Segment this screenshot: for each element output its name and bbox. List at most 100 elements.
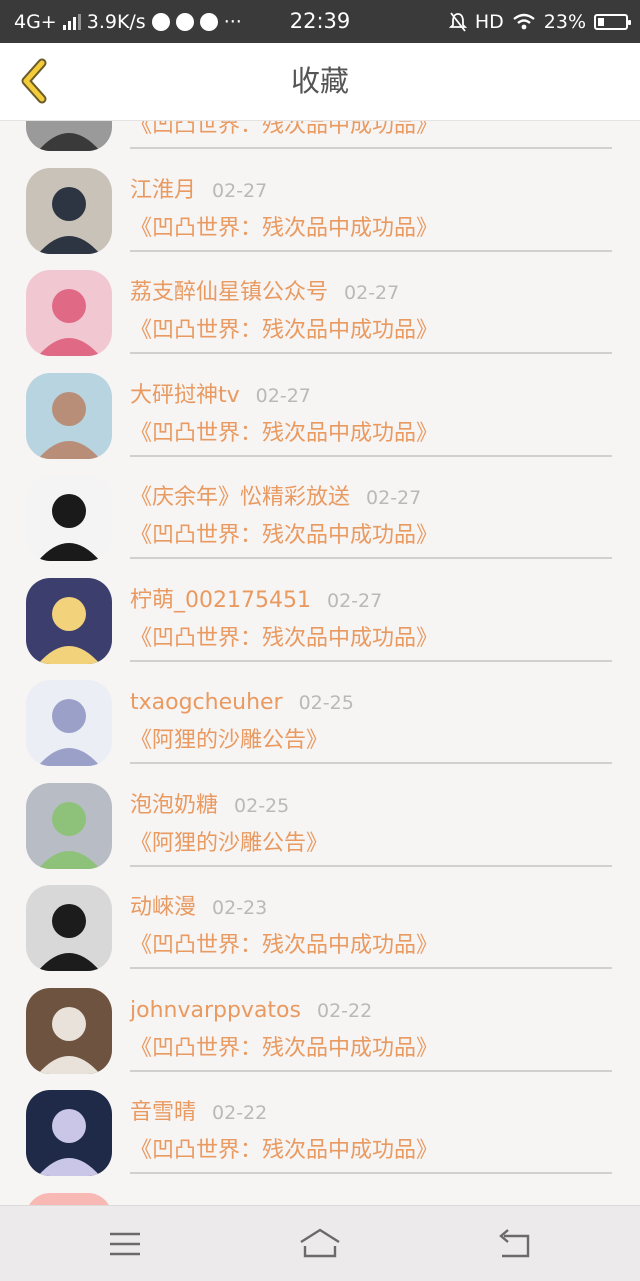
author-name[interactable]: 江淮月 bbox=[130, 178, 196, 203]
avatar[interactable] bbox=[26, 121, 112, 151]
status-left: 4G+ 3.9K/s ··· bbox=[14, 0, 242, 43]
divider bbox=[130, 762, 612, 764]
post-title[interactable]: 《凹凸世界：残次品中成功品》 bbox=[130, 517, 438, 555]
divider bbox=[130, 352, 612, 354]
author-line: 泡泡奶糖 02-25 bbox=[130, 789, 289, 823]
return-button[interactable] bbox=[490, 1224, 540, 1264]
avatar[interactable] bbox=[26, 680, 112, 766]
network-type: 4G+ bbox=[14, 10, 57, 33]
home-icon bbox=[300, 1228, 340, 1258]
favorite-item[interactable]: 大砰挝神tv 02-27 《凹凸世界：残次品中成功品》 bbox=[0, 357, 640, 460]
post-date: 02-27 bbox=[344, 282, 400, 304]
page-title: 收藏 bbox=[290, 64, 349, 98]
post-title[interactable]: 《凹凸世界：残次品中成功品》 bbox=[130, 312, 438, 350]
divider bbox=[130, 557, 612, 559]
avatar[interactable] bbox=[26, 577, 112, 664]
post-title[interactable]: 《阿狸的沙雕公告》 bbox=[130, 722, 328, 760]
battery-icon bbox=[594, 13, 631, 30]
status-bar: 4G+ 3.9K/s ··· 22:39 HD 23% bbox=[0, 0, 640, 43]
author-line: 柠萌_002175451 02-27 bbox=[130, 584, 382, 618]
avatar[interactable] bbox=[26, 475, 112, 561]
favorite-item[interactable]: 动崍漫 02-23 《凹凸世界：残次品中成功品》 bbox=[0, 869, 640, 972]
post-title[interactable]: 《凹凸世界：残次品中成功品》 bbox=[130, 1030, 438, 1068]
post-title[interactable]: 《凹凸世界：残次品中成功品》 bbox=[130, 1132, 438, 1170]
chevron-left-icon bbox=[21, 58, 47, 104]
app-icon bbox=[175, 12, 194, 31]
hd-label: HD bbox=[474, 10, 504, 33]
battery-percent: 23% bbox=[543, 10, 586, 33]
author-name[interactable]: 大砰挝神tv bbox=[130, 383, 240, 408]
avatar[interactable] bbox=[26, 1192, 112, 1205]
mute-bell-icon bbox=[448, 11, 467, 32]
network-speed: 3.9K/s bbox=[86, 10, 146, 33]
app-icon bbox=[199, 12, 218, 31]
avatar[interactable] bbox=[26, 885, 112, 971]
post-title[interactable]: 《凹凸世界：残次品中成功品》 bbox=[130, 927, 438, 965]
post-title[interactable]: 《凹凸世界：残次品中成功品》 bbox=[130, 210, 438, 248]
favorite-item[interactable]: 柠萌_002175451 02-27 《凹凸世界：残次品中成功品》 bbox=[0, 562, 640, 665]
author-name[interactable]: johnvarppvatos bbox=[130, 998, 301, 1023]
favorite-item[interactable]: txaogcheuher 02-25 《阿狸的沙雕公告》 bbox=[0, 664, 640, 767]
favorite-item[interactable]: 《庆余年》忪精彩放送 02-27 《凹凸世界：残次品中成功品》 bbox=[0, 459, 640, 562]
more-notifications: ··· bbox=[223, 10, 242, 33]
post-date: 02-27 bbox=[212, 179, 268, 202]
divider bbox=[130, 147, 612, 149]
author-name[interactable]: 动崍漫 bbox=[130, 895, 196, 920]
favorite-item[interactable]: 音雪晴 02-22 《凹凸世界：残次品中成功品》 bbox=[0, 1074, 640, 1177]
author-line: 江淮月 02-27 bbox=[130, 174, 267, 208]
signal-icon bbox=[62, 13, 81, 30]
menu-icon bbox=[110, 1232, 140, 1256]
back-button[interactable] bbox=[14, 57, 58, 105]
system-nav-bar bbox=[0, 1205, 640, 1281]
favorites-list-inner: 《凹凸世界：残次品中成功品》 江淮月 02-27 《凹凸世界：残次品中成功品》 荔支醉仙… bbox=[0, 121, 640, 1205]
post-title[interactable]: 《阿狸的沙雕公告》 bbox=[130, 825, 328, 863]
divider bbox=[130, 1069, 612, 1072]
post-date: 02-22 bbox=[316, 999, 373, 1022]
divider bbox=[130, 864, 612, 867]
avatar[interactable] bbox=[26, 782, 112, 869]
post-title[interactable]: 《凹凸世界：残次品中成功品》 bbox=[130, 620, 438, 658]
home-button[interactable] bbox=[295, 1224, 345, 1264]
author-line: 动崍漫 02-23 bbox=[130, 891, 267, 925]
wifi-icon bbox=[513, 13, 535, 29]
divider bbox=[130, 967, 612, 969]
favorite-item[interactable] bbox=[0, 1177, 640, 1205]
favorite-item[interactable]: 荔支醉仙星镇公众号 02-27 《凹凸世界：残次品中成功品》 bbox=[0, 254, 640, 357]
favorite-item[interactable]: johnvarppvatos 02-22 《凹凸世界：残次品中成功品》 bbox=[0, 972, 640, 1075]
post-title[interactable]: 《凹凸世界：残次品中成功品》 bbox=[130, 121, 438, 145]
author-line: txaogcheuher 02-25 bbox=[130, 686, 354, 720]
author-line: 《庆余年》忪精彩放送 02-27 bbox=[130, 481, 421, 515]
author-name[interactable]: txaogcheuher bbox=[130, 690, 283, 715]
author-name[interactable]: 《庆余年》忪精彩放送 bbox=[130, 485, 350, 510]
divider bbox=[130, 1172, 612, 1174]
favorite-item[interactable]: 江淮月 02-27 《凹凸世界：残次品中成功品》 bbox=[0, 152, 640, 255]
menu-button[interactable] bbox=[100, 1224, 150, 1264]
header: 收藏 bbox=[0, 43, 640, 121]
author-name[interactable]: 泡泡奶糖 bbox=[130, 793, 218, 818]
author-line: 音雪晴 02-22 bbox=[130, 1096, 267, 1130]
avatar[interactable] bbox=[26, 1090, 112, 1176]
divider bbox=[130, 249, 612, 252]
avatar[interactable] bbox=[26, 270, 112, 356]
author-name[interactable]: 音雪晴 bbox=[130, 1100, 196, 1125]
post-date: 02-27 bbox=[326, 589, 383, 612]
author-name[interactable]: 荔支醉仙星镇公众号 bbox=[130, 280, 328, 305]
divider bbox=[130, 659, 612, 662]
avatar[interactable] bbox=[26, 987, 112, 1074]
favorite-item[interactable]: 《凹凸世界：残次品中成功品》 bbox=[0, 121, 640, 152]
post-date: 02-25 bbox=[298, 692, 354, 714]
status-right: HD 23% bbox=[448, 0, 631, 43]
favorite-item[interactable]: 泡泡奶糖 02-25 《阿狸的沙雕公告》 bbox=[0, 767, 640, 870]
post-date: 02-25 bbox=[234, 794, 290, 817]
post-date: 02-27 bbox=[366, 487, 422, 509]
post-date: 02-23 bbox=[212, 897, 268, 919]
avatar[interactable] bbox=[26, 167, 112, 254]
author-line: 大砰挝神tv 02-27 bbox=[130, 379, 311, 413]
avatar[interactable] bbox=[26, 372, 112, 459]
post-date: 02-27 bbox=[255, 384, 311, 407]
author-line: johnvarppvatos 02-22 bbox=[130, 994, 372, 1028]
author-name[interactable]: 柠萌_002175451 bbox=[130, 588, 311, 613]
author-line: 荔支醉仙星镇公众号 02-27 bbox=[130, 276, 399, 310]
post-title[interactable]: 《凹凸世界：残次品中成功品》 bbox=[130, 415, 438, 453]
favorites-list[interactable]: 《凹凸世界：残次品中成功品》 江淮月 02-27 《凹凸世界：残次品中成功品》 荔支醉仙… bbox=[0, 121, 640, 1205]
